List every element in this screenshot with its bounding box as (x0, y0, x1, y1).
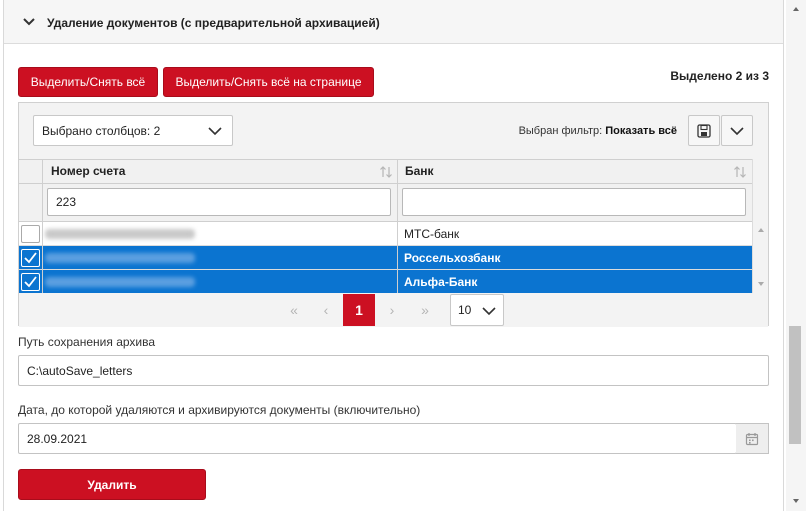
column-divider (397, 159, 398, 293)
pager-first[interactable]: « (278, 294, 310, 326)
bank-filter-input[interactable] (402, 188, 746, 216)
table-row[interactable]: Россельхозбанк (19, 246, 752, 270)
filter-label: Выбран фильтр: Показать всё (519, 125, 677, 137)
filter-value: Показать всё (605, 125, 677, 137)
archive-path-label: Путь сохранения архива (18, 335, 156, 349)
filter-menu-button[interactable] (721, 115, 753, 146)
account-filter-input[interactable] (47, 188, 391, 216)
scroll-down-icon[interactable] (753, 279, 769, 289)
save-filter-button[interactable] (688, 115, 720, 146)
date-input[interactable] (18, 423, 737, 454)
calendar-button[interactable] (736, 423, 769, 454)
grid-toolbar: Выбрано столбцов: 2 Выбран фильтр: Показ… (19, 103, 768, 159)
filter-label-prefix: Выбран фильтр: (518, 125, 603, 137)
row-checkbox[interactable] (21, 225, 40, 243)
accounts-grid: Выбрано столбцов: 2 Выбран фильтр: Показ… (18, 102, 769, 327)
checkmark-icon (24, 252, 37, 264)
selected-count: Выделено 2 из 3 (670, 69, 769, 83)
bank-cell: МТС-банк (404, 227, 460, 241)
page-size-value: 10 (458, 303, 472, 317)
chevron-down-icon (482, 307, 496, 316)
pager-current-page[interactable]: 1 (343, 294, 375, 326)
checkmark-icon (24, 276, 37, 288)
filter-row (19, 184, 752, 222)
row-checkbox[interactable] (21, 273, 40, 291)
select-all-button[interactable]: Выделить/Снять всё (18, 67, 158, 97)
panel-title: Удаление документов (с предварительной а… (47, 16, 380, 30)
row-checkbox[interactable] (21, 249, 40, 267)
bank-cell: Альфа-Банк (404, 275, 478, 289)
pager-next[interactable]: › (376, 294, 408, 326)
column-header-bank-label: Банк (405, 164, 434, 178)
scroll-up-icon[interactable] (753, 225, 769, 235)
table-scrollbar[interactable] (752, 159, 768, 293)
column-header-bank[interactable]: Банк (397, 160, 751, 183)
sort-icon[interactable] (379, 165, 393, 179)
table-row[interactable]: МТС-банк (19, 222, 752, 246)
account-number-redacted (45, 229, 195, 239)
account-number-redacted (45, 277, 195, 287)
save-icon (697, 123, 711, 138)
delete-button[interactable]: Удалить (18, 469, 206, 500)
page-scrollbar[interactable] (786, 0, 806, 511)
bank-cell: Россельхозбанк (404, 251, 501, 265)
pager-last[interactable]: » (409, 294, 441, 326)
grid-table: Номер счета Банк МТС-банк (19, 159, 752, 294)
columns-select-value: Выбрано столбцов: 2 (42, 123, 161, 138)
column-divider (42, 159, 43, 293)
panel-header[interactable]: Удаление документов (с предварительной а… (4, 0, 783, 44)
chevron-down-icon (730, 126, 744, 135)
column-header-account-label: Номер счета (51, 164, 126, 178)
sort-icon[interactable] (733, 165, 747, 179)
page-size-select[interactable]: 10 (450, 294, 504, 326)
chevron-down-icon[interactable] (22, 15, 36, 29)
table-row[interactable]: Альфа-Банк (19, 270, 752, 294)
scroll-down-icon[interactable] (786, 496, 806, 506)
chevron-down-icon (208, 127, 222, 136)
calendar-icon (745, 432, 759, 445)
archive-path-input[interactable] (18, 355, 769, 386)
column-header-account[interactable]: Номер счета (43, 160, 397, 183)
date-label: Дата, до которой удаляются и архивируютс… (18, 403, 421, 417)
account-number-redacted (45, 253, 195, 263)
pager-prev[interactable]: ‹ (310, 294, 342, 326)
scroll-up-icon[interactable] (786, 4, 806, 14)
table-header: Номер счета Банк (19, 159, 752, 184)
page-scrollbar-thumb[interactable] (789, 326, 801, 444)
select-page-button[interactable]: Выделить/Снять всё на странице (163, 67, 374, 97)
columns-select[interactable]: Выбрано столбцов: 2 (33, 115, 233, 146)
pager: « ‹ 1 › » 10 (19, 293, 768, 327)
